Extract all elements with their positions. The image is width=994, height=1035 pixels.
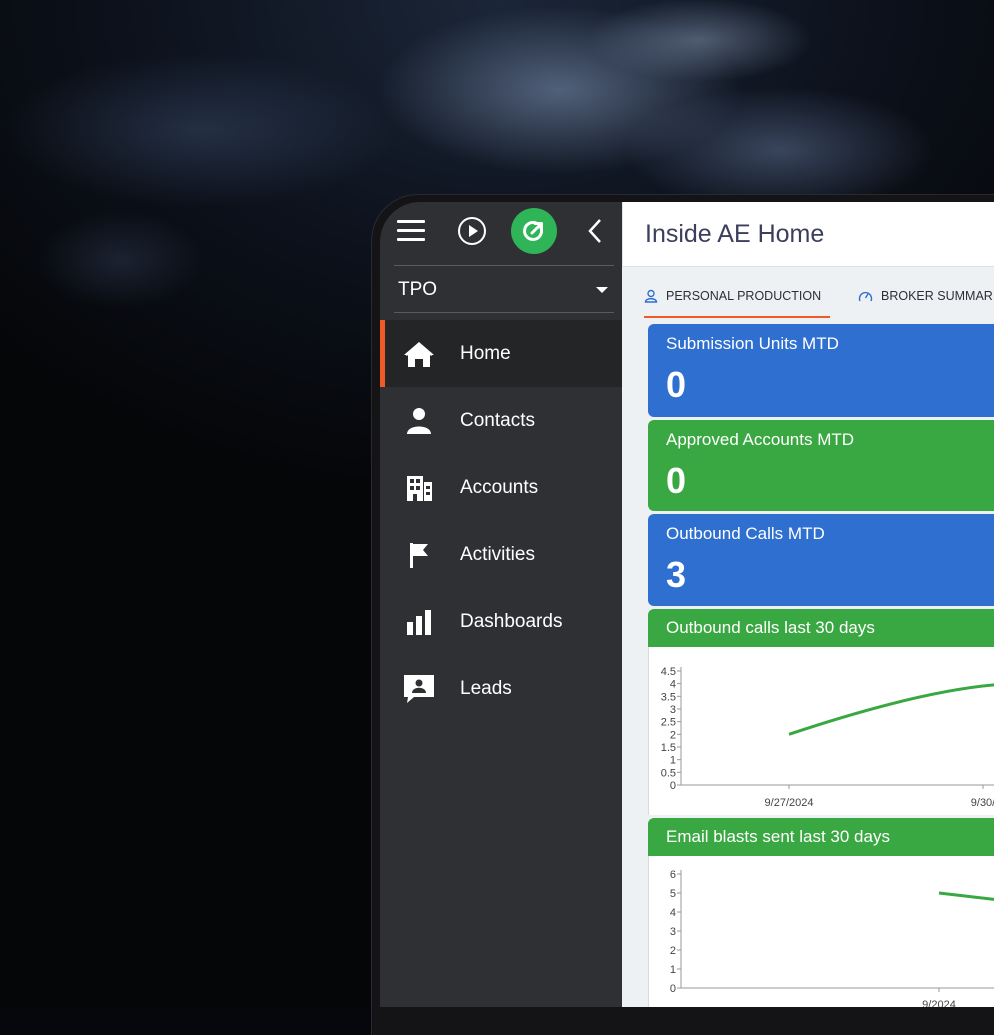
series-line [938, 891, 994, 901]
chart-title: Email blasts sent last 30 days [666, 827, 890, 846]
metric-value: 3 [666, 554, 687, 595]
metric-title: Outbound Calls MTD [666, 524, 825, 543]
x-tick-label: 9/2024 [922, 999, 956, 1007]
caret-down-icon [596, 287, 608, 293]
person-icon [402, 404, 436, 438]
tab-label: PERSONAL PRODUCTION [666, 289, 822, 303]
metric-title: Submission Units MTD [666, 334, 839, 353]
y-tick-label: 4 [670, 679, 676, 691]
main-content: Inside AE Home PERSONAL PRODUCTION BROKE… [622, 202, 994, 1007]
y-tick-label: 2 [670, 729, 676, 741]
tpo-dropdown[interactable]: TPO [394, 268, 612, 312]
chart-title: Outbound calls last 30 days [666, 618, 875, 637]
y-tick-label: 4.5 [661, 666, 676, 678]
x-tick-label: 9/27/2024 [765, 797, 814, 809]
tab-label: BROKER SUMMAR [881, 289, 993, 303]
metric-value: 0 [666, 364, 687, 405]
metric-value: 0 [666, 460, 687, 501]
sidebar-item-label: Dashboards [460, 610, 563, 632]
metric-card-approved-accounts[interactable]: Approved Accounts MTD 0 [648, 420, 994, 511]
chart-card-email-blasts: Email blasts sent last 30 days 6 5 4 3 2 1 0 9/… [648, 818, 994, 1007]
chart-body: 6 5 4 3 2 1 0 9/2024 [648, 856, 994, 1007]
y-tick-label: 5 [670, 888, 676, 900]
x-tick-label: 9/30/ [971, 797, 994, 809]
sidebar-item-contacts[interactable]: Contacts [380, 387, 622, 454]
sidebar-item-dashboards[interactable]: Dashboards [380, 588, 622, 655]
series-line [788, 683, 994, 736]
page-title: Inside AE Home [645, 220, 825, 248]
sidebar-item-activities[interactable]: Activities [380, 521, 622, 588]
y-tick-label: 4 [670, 907, 676, 919]
metric-card-submission-units[interactable]: Submission Units MTD 0 [648, 324, 994, 417]
person-outline-icon [644, 289, 658, 303]
bar-chart-icon [402, 605, 436, 639]
email-blasts-chart: 6 5 4 3 2 1 0 9/2024 [670, 869, 994, 1007]
gauge-icon [858, 291, 873, 302]
y-tick-label: 3.5 [661, 691, 676, 703]
page-header: Inside AE Home [622, 202, 994, 267]
tpo-dropdown-label: TPO [398, 279, 438, 300]
building-icon [402, 471, 436, 505]
divider [394, 312, 614, 313]
sidebar-item-leads[interactable]: Leads [380, 655, 622, 722]
y-tick-label: 0.5 [661, 767, 676, 779]
y-tick-label: 2 [670, 945, 676, 957]
y-tick-label: 3 [670, 704, 676, 716]
divider [394, 265, 614, 266]
tab-bar: PERSONAL PRODUCTION BROKER SUMMAR [622, 276, 994, 318]
metric-card-outbound-calls[interactable]: Outbound Calls MTD 3 [648, 514, 994, 606]
y-tick-label: 3 [670, 926, 676, 938]
home-icon [402, 337, 436, 371]
hamburger-menu-icon[interactable] [394, 210, 428, 252]
y-tick-label: 2.5 [661, 717, 676, 729]
y-tick-label: 0 [670, 780, 676, 792]
y-tick-label: 0 [670, 983, 676, 995]
tab-personal-production[interactable]: PERSONAL PRODUCTION [644, 276, 830, 318]
sidebar-item-label: Contacts [460, 409, 535, 431]
sidebar-item-label: Accounts [460, 476, 539, 498]
sidebar-item-accounts[interactable]: Accounts [380, 454, 622, 521]
y-tick-label: 1 [670, 755, 676, 767]
sidebar-item-home[interactable]: Home [380, 320, 622, 387]
tab-broker-summary[interactable]: BROKER SUMMAR [858, 276, 994, 316]
play-icon[interactable] [455, 210, 489, 252]
chart-card-outbound-calls: Outbound calls last 30 days 4.5 4 3.5 3 2.5 2… [648, 609, 994, 815]
chart-body: 4.5 4 3.5 3 2.5 2 1.5 1 0.5 0 9/27/2024 9/30/ [648, 647, 994, 815]
flag-icon [402, 538, 436, 572]
sidebar-item-label: Activities [460, 543, 535, 565]
sidebar-item-label: Home [460, 342, 511, 364]
sidebar-item-label: Leads [460, 677, 512, 699]
sidebar-toolbar [380, 202, 622, 262]
y-tick-label: 1 [670, 964, 676, 976]
metric-title: Approved Accounts MTD [666, 430, 855, 449]
outbound-calls-chart: 4.543.532.521.510.50 9/27/2024 9/30/ [661, 666, 994, 809]
refresh-icon[interactable] [510, 208, 558, 254]
y-tick-label: 1.5 [661, 742, 676, 754]
y-tick-label: 6 [670, 869, 676, 881]
lead-card-icon [402, 672, 436, 706]
sidebar-nav: Home Contacts Accounts Activities Dashbo… [380, 320, 622, 722]
sidebar: TPO Home Contacts Accounts Activities Da… [380, 202, 622, 1007]
collapse-chevron-icon[interactable] [580, 210, 610, 252]
